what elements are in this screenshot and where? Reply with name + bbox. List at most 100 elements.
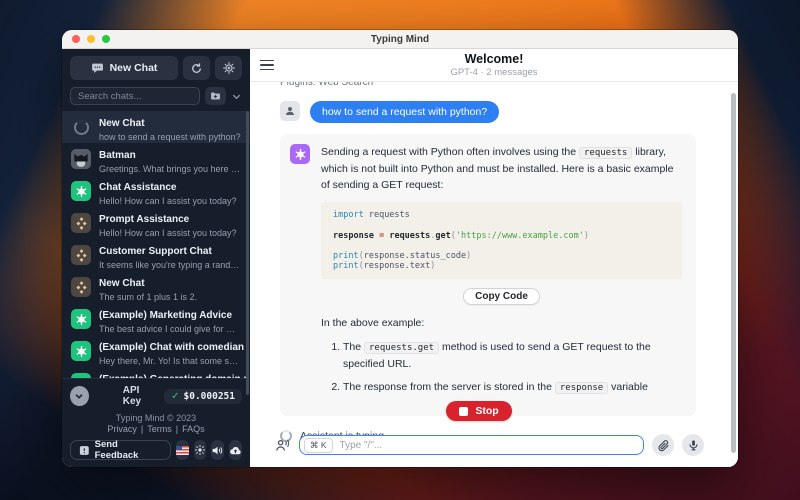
user-message-row: how to send a request with python? [280, 101, 696, 123]
chat-title: Customer Support Chat [99, 246, 212, 257]
search-input[interactable]: Search chats... [70, 87, 200, 105]
chat-avatar [71, 309, 91, 329]
titlebar: Typing Mind [62, 30, 738, 49]
chat-title: Prompt Assistance [99, 214, 189, 225]
chat-title: New Chat [99, 118, 145, 129]
check-icon: ✓ [171, 391, 179, 402]
chat-preview: Hello! How can I assist you today? [99, 228, 241, 238]
stop-label: Stop [475, 405, 498, 417]
chat-header: Welcome! GPT-4 · 2 messages [250, 49, 738, 82]
diamonds-icon [74, 216, 89, 231]
chat-title: New Chat [99, 278, 145, 289]
new-chat-button[interactable]: New Chat [70, 56, 178, 80]
openai-logo-icon [75, 345, 88, 358]
chat-avatar [71, 213, 91, 233]
batman-avatar [71, 149, 91, 169]
attach-file-button[interactable] [652, 434, 674, 456]
main-scrollbar[interactable] [731, 93, 736, 453]
app-window: Typing Mind New Chat [62, 30, 738, 467]
chat-preview: Hey there, Mr. Yo! Is that some sort of … [99, 356, 241, 366]
sidebar: New Chat [62, 49, 250, 467]
chat-list-item[interactable]: Customer Support Chat It seems like you'… [62, 239, 250, 271]
chat-list-item[interactable]: Chat Assistance Hello! How can I assist … [62, 175, 250, 207]
chat-list-item[interactable]: (Example) Marketing Advice The best advi… [62, 303, 250, 335]
refresh-icon [190, 62, 203, 75]
window-title: Typing Mind [62, 34, 738, 45]
chat-avatar [71, 149, 91, 169]
diamonds-icon [74, 280, 89, 295]
theme-toggle-button[interactable] [194, 440, 206, 460]
language-button[interactable] [176, 440, 189, 460]
chat-avatar [71, 181, 91, 201]
copyright-text: Typing Mind © 2023 [70, 413, 242, 423]
assistant-avatar [290, 144, 310, 164]
settings-button[interactable] [215, 56, 242, 80]
microphone-icon [687, 439, 700, 452]
sidebar-footer: API Key ✓ $0.000251 Typing Mind © 2023 P… [62, 378, 250, 467]
chat-title: Chat Assistance [99, 182, 176, 193]
chat-avatar [71, 117, 91, 137]
stop-square-icon [459, 407, 468, 416]
chat-list-item[interactable]: (Example) Chat with comedian Hey there, … [62, 335, 250, 367]
chat-list-item[interactable]: Prompt Assistance Hello! How can I assis… [62, 207, 250, 239]
copy-code-button[interactable]: Copy Code [463, 288, 540, 305]
chat-avatar [71, 341, 91, 361]
chat-list-item[interactable]: (Example) Generating domain na... 1. Tas… [62, 367, 250, 378]
new-chat-label: New Chat [110, 62, 158, 74]
new-folder-button[interactable] [205, 87, 226, 105]
chat-preview: The best advice I could give for marke..… [99, 324, 241, 334]
chat-title-heading: Welcome! [250, 52, 738, 66]
paperclip-icon [657, 439, 670, 452]
explanation-list: The requests.get method is used to send … [321, 339, 682, 396]
chat-main: Welcome! GPT-4 · 2 messages Plugins: Web… [250, 49, 738, 467]
spinner-icon [74, 120, 89, 135]
shortcut-badge: ⌘ K [304, 438, 333, 453]
chat-avatar [71, 277, 91, 297]
diamonds-icon [74, 248, 89, 263]
us-flag-icon [176, 446, 189, 455]
collapse-sidebar-button[interactable] [70, 386, 89, 406]
chevron-down-icon [74, 391, 84, 401]
composer: ⌘ K Type "/"... [274, 434, 704, 456]
privacy-link[interactable]: Privacy [107, 424, 137, 434]
faqs-link[interactable]: FAQs [182, 424, 205, 434]
sync-button[interactable] [183, 56, 210, 80]
sidebar-scrollbar[interactable] [246, 111, 249, 395]
legal-links: Privacy | Terms | FAQs [70, 424, 242, 434]
chat-list-item[interactable]: Batman Greetings. What brings you here i… [62, 143, 250, 175]
chat-subtitle: GPT-4 · 2 messages [250, 67, 738, 78]
chat-preview: It seems like you're typing a random s..… [99, 260, 241, 270]
code-block: import requests response = requests.get(… [321, 202, 682, 278]
stop-button[interactable]: Stop [446, 401, 511, 421]
separator: | [176, 424, 178, 434]
api-key-label: API Key [123, 385, 158, 407]
chat-list: New Chat how to send a request with pyth… [62, 111, 250, 378]
inline-code: requests.get [364, 342, 439, 354]
example-intro: In the above example: [321, 315, 682, 331]
chat-list-item[interactable]: New Chat The sum of 1 plus 1 is 2. [62, 271, 250, 303]
send-feedback-button[interactable]: Send Feedback [70, 440, 171, 460]
chevron-down-icon[interactable] [231, 91, 242, 102]
chat-bubble-icon [91, 62, 104, 75]
chat-preview: how to send a request with python? [99, 132, 241, 142]
assistant-message: Sending a request with Python often invo… [280, 134, 696, 416]
voice-input-button[interactable] [682, 434, 704, 456]
explanation-item: The requests.get method is used to send … [343, 339, 682, 372]
chat-list-item[interactable]: New Chat how to send a request with pyth… [62, 111, 250, 143]
gear-icon [222, 61, 236, 75]
user-message-bubble[interactable]: how to send a request with python? [310, 101, 499, 123]
chat-title: Batman [99, 150, 136, 161]
voice-person-icon[interactable] [274, 438, 291, 453]
cloud-sync-button[interactable] [229, 440, 242, 460]
terms-link[interactable]: Terms [147, 424, 172, 434]
explanation-item: The response from the server is stored i… [343, 379, 682, 396]
inline-code: requests [579, 147, 632, 159]
input-placeholder: Type "/"... [340, 440, 383, 451]
plugins-label: Plugins: Web Search [280, 82, 696, 88]
api-cost-value: $0.000251 [184, 391, 235, 402]
inline-code: response [555, 382, 608, 394]
separator: | [141, 424, 143, 434]
api-cost-badge[interactable]: ✓ $0.000251 [164, 389, 242, 404]
message-input[interactable]: ⌘ K Type "/"... [299, 435, 644, 455]
sound-button[interactable] [211, 440, 224, 460]
